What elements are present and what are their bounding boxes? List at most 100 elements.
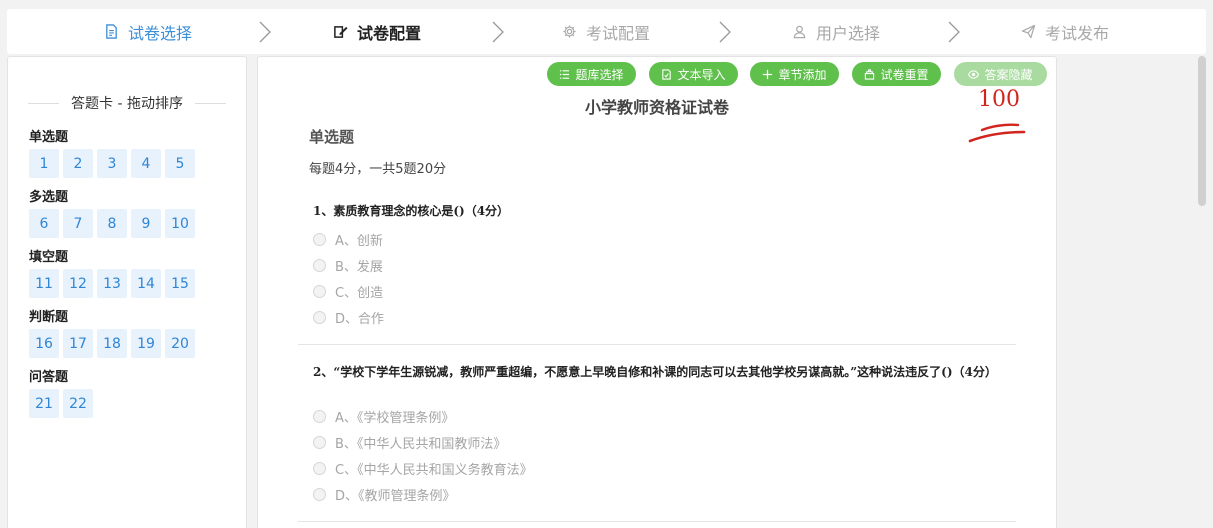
section-description: 每题4分，一共5题20分	[309, 162, 447, 177]
question-number-chip[interactable]: 3	[97, 149, 127, 178]
question-number-chip[interactable]: 10	[165, 209, 195, 238]
question-number-chip[interactable]: 7	[63, 209, 93, 238]
step-label: 用户选择	[816, 23, 881, 43]
total-score: 100	[978, 87, 1020, 112]
answer-option[interactable]: C、《中华人民共和国义务教育法》	[313, 459, 533, 478]
reset-icon	[865, 68, 875, 80]
question-stem: 1、素质教育理念的核心是()（4分）	[313, 204, 510, 218]
edit-icon	[334, 26, 348, 38]
question-number-chip[interactable]: 11	[29, 269, 59, 298]
step-navigator: 试卷选择 试卷配置 考试配置 用户选择 考试发布	[7, 9, 1206, 54]
radio-button[interactable]	[313, 285, 326, 298]
radio-button[interactable]	[313, 311, 326, 324]
group-label-multiple-choice: 多选题	[29, 190, 69, 205]
score-underline-marks	[968, 123, 1026, 143]
group-label-true-false: 判断题	[29, 310, 69, 325]
user-icon	[793, 25, 806, 39]
question-bank-button[interactable]: 题库选择	[547, 62, 636, 86]
answer-card-header: 答题卡 - 拖动排序	[28, 93, 227, 113]
step-label: 试卷配置	[357, 23, 422, 43]
step-user-select[interactable]: 用户选择	[792, 9, 880, 54]
document-icon	[106, 24, 117, 39]
answer-option[interactable]: A、《学校管理条例》	[313, 407, 454, 426]
question-number-chip[interactable]: 15	[165, 269, 195, 298]
option-label: A、创新	[335, 234, 383, 249]
question-number-chip[interactable]: 17	[63, 329, 93, 358]
radio-button[interactable]	[313, 233, 326, 246]
button-label: 文本导入	[677, 67, 726, 82]
question-divider	[298, 521, 1016, 522]
step-exam-config[interactable]: 考试配置	[562, 9, 650, 54]
question-number-chip[interactable]: 8	[97, 209, 127, 238]
button-label: 答案隐藏	[984, 67, 1033, 82]
radio-button[interactable]	[313, 410, 326, 423]
step-label: 考试发布	[1045, 23, 1110, 43]
question-number-chip[interactable]: 4	[131, 149, 161, 178]
add-chapter-button[interactable]: 章节添加	[750, 62, 839, 86]
option-label: B、《中华人民共和国教师法》	[335, 437, 507, 452]
group-items-fill-blank: 11 12 13 14 15	[29, 269, 199, 298]
question-number-chip[interactable]: 20	[165, 329, 195, 358]
option-label: A、《学校管理条例》	[335, 411, 455, 426]
answer-option[interactable]: D、合作	[313, 308, 384, 327]
chevron-right-icon	[492, 21, 504, 43]
chevron-right-icon	[259, 21, 271, 43]
title-divider	[194, 102, 227, 104]
question-number-chip[interactable]: 19	[131, 329, 161, 358]
chevron-right-icon	[948, 21, 960, 43]
group-label-short-answer: 问答题	[29, 370, 69, 385]
text-import-button[interactable]: 文本导入	[649, 62, 738, 86]
chevron-right-icon	[719, 21, 731, 43]
answer-card-title: 答题卡 - 拖动排序	[71, 96, 183, 112]
page-scrollbar[interactable]	[1198, 56, 1206, 206]
option-label: B、发展	[335, 260, 383, 275]
paper-editor: 题库选择 文本导入 章节添加 试卷重置 答案隐藏 小学教师资格证试卷 100 单…	[257, 56, 1057, 528]
question-divider	[298, 344, 1016, 345]
radio-button[interactable]	[313, 436, 326, 449]
button-label: 题库选择	[575, 67, 624, 82]
option-label: C、创造	[335, 286, 384, 301]
question-number-chip[interactable]: 12	[63, 269, 93, 298]
answer-option[interactable]: A、创新	[313, 230, 383, 249]
question-number-chip[interactable]: 1	[29, 149, 59, 178]
answer-option[interactable]: B、《中华人民共和国教师法》	[313, 433, 506, 452]
answer-card-panel: 答题卡 - 拖动排序 单选题 1 2 3 4 5 多选题 6 7 8 9 10 …	[7, 56, 247, 528]
section-title: 单选题	[309, 128, 355, 146]
list-icon	[560, 69, 570, 79]
plus-icon	[763, 69, 773, 79]
question-number-chip[interactable]: 5	[165, 149, 195, 178]
step-paper-select[interactable]: 试卷选择	[104, 9, 192, 54]
group-label-single-choice: 单选题	[29, 130, 69, 145]
step-paper-config[interactable]: 试卷配置	[333, 9, 421, 54]
reset-paper-button[interactable]: 试卷重置	[852, 62, 941, 86]
question-number-chip[interactable]: 22	[63, 389, 93, 418]
radio-button[interactable]	[313, 259, 326, 272]
question-number-chip[interactable]: 9	[131, 209, 161, 238]
question-number-chip[interactable]: 18	[97, 329, 127, 358]
hide-answers-button[interactable]: 答案隐藏	[954, 62, 1047, 86]
group-items-multiple-choice: 6 7 8 9 10	[29, 209, 199, 238]
option-label: C、《中华人民共和国义务教育法》	[335, 463, 533, 478]
answer-option[interactable]: D、《教师管理条例》	[313, 485, 456, 504]
step-exam-publish[interactable]: 考试发布	[1021, 9, 1109, 54]
answer-option[interactable]: B、发展	[313, 256, 383, 275]
paper-title: 小学教师资格证试卷	[584, 98, 729, 117]
import-icon	[662, 68, 672, 80]
radio-button[interactable]	[313, 462, 326, 475]
step-label: 试卷选择	[128, 23, 193, 43]
group-items-short-answer: 21 22	[29, 389, 97, 418]
button-label: 章节添加	[778, 67, 827, 82]
question-number-chip[interactable]: 16	[29, 329, 59, 358]
question-number-chip[interactable]: 13	[97, 269, 127, 298]
option-label: D、《教师管理条例》	[335, 489, 456, 504]
option-label: D、合作	[335, 312, 385, 327]
radio-button[interactable]	[313, 488, 326, 501]
send-icon	[1021, 24, 1036, 39]
question-number-chip[interactable]: 14	[131, 269, 161, 298]
question-number-chip[interactable]: 2	[63, 149, 93, 178]
eye-icon	[968, 69, 980, 79]
answer-option[interactable]: C、创造	[313, 282, 383, 301]
group-items-single-choice: 1 2 3 4 5	[29, 149, 199, 178]
question-number-chip[interactable]: 6	[29, 209, 59, 238]
question-number-chip[interactable]: 21	[29, 389, 59, 418]
